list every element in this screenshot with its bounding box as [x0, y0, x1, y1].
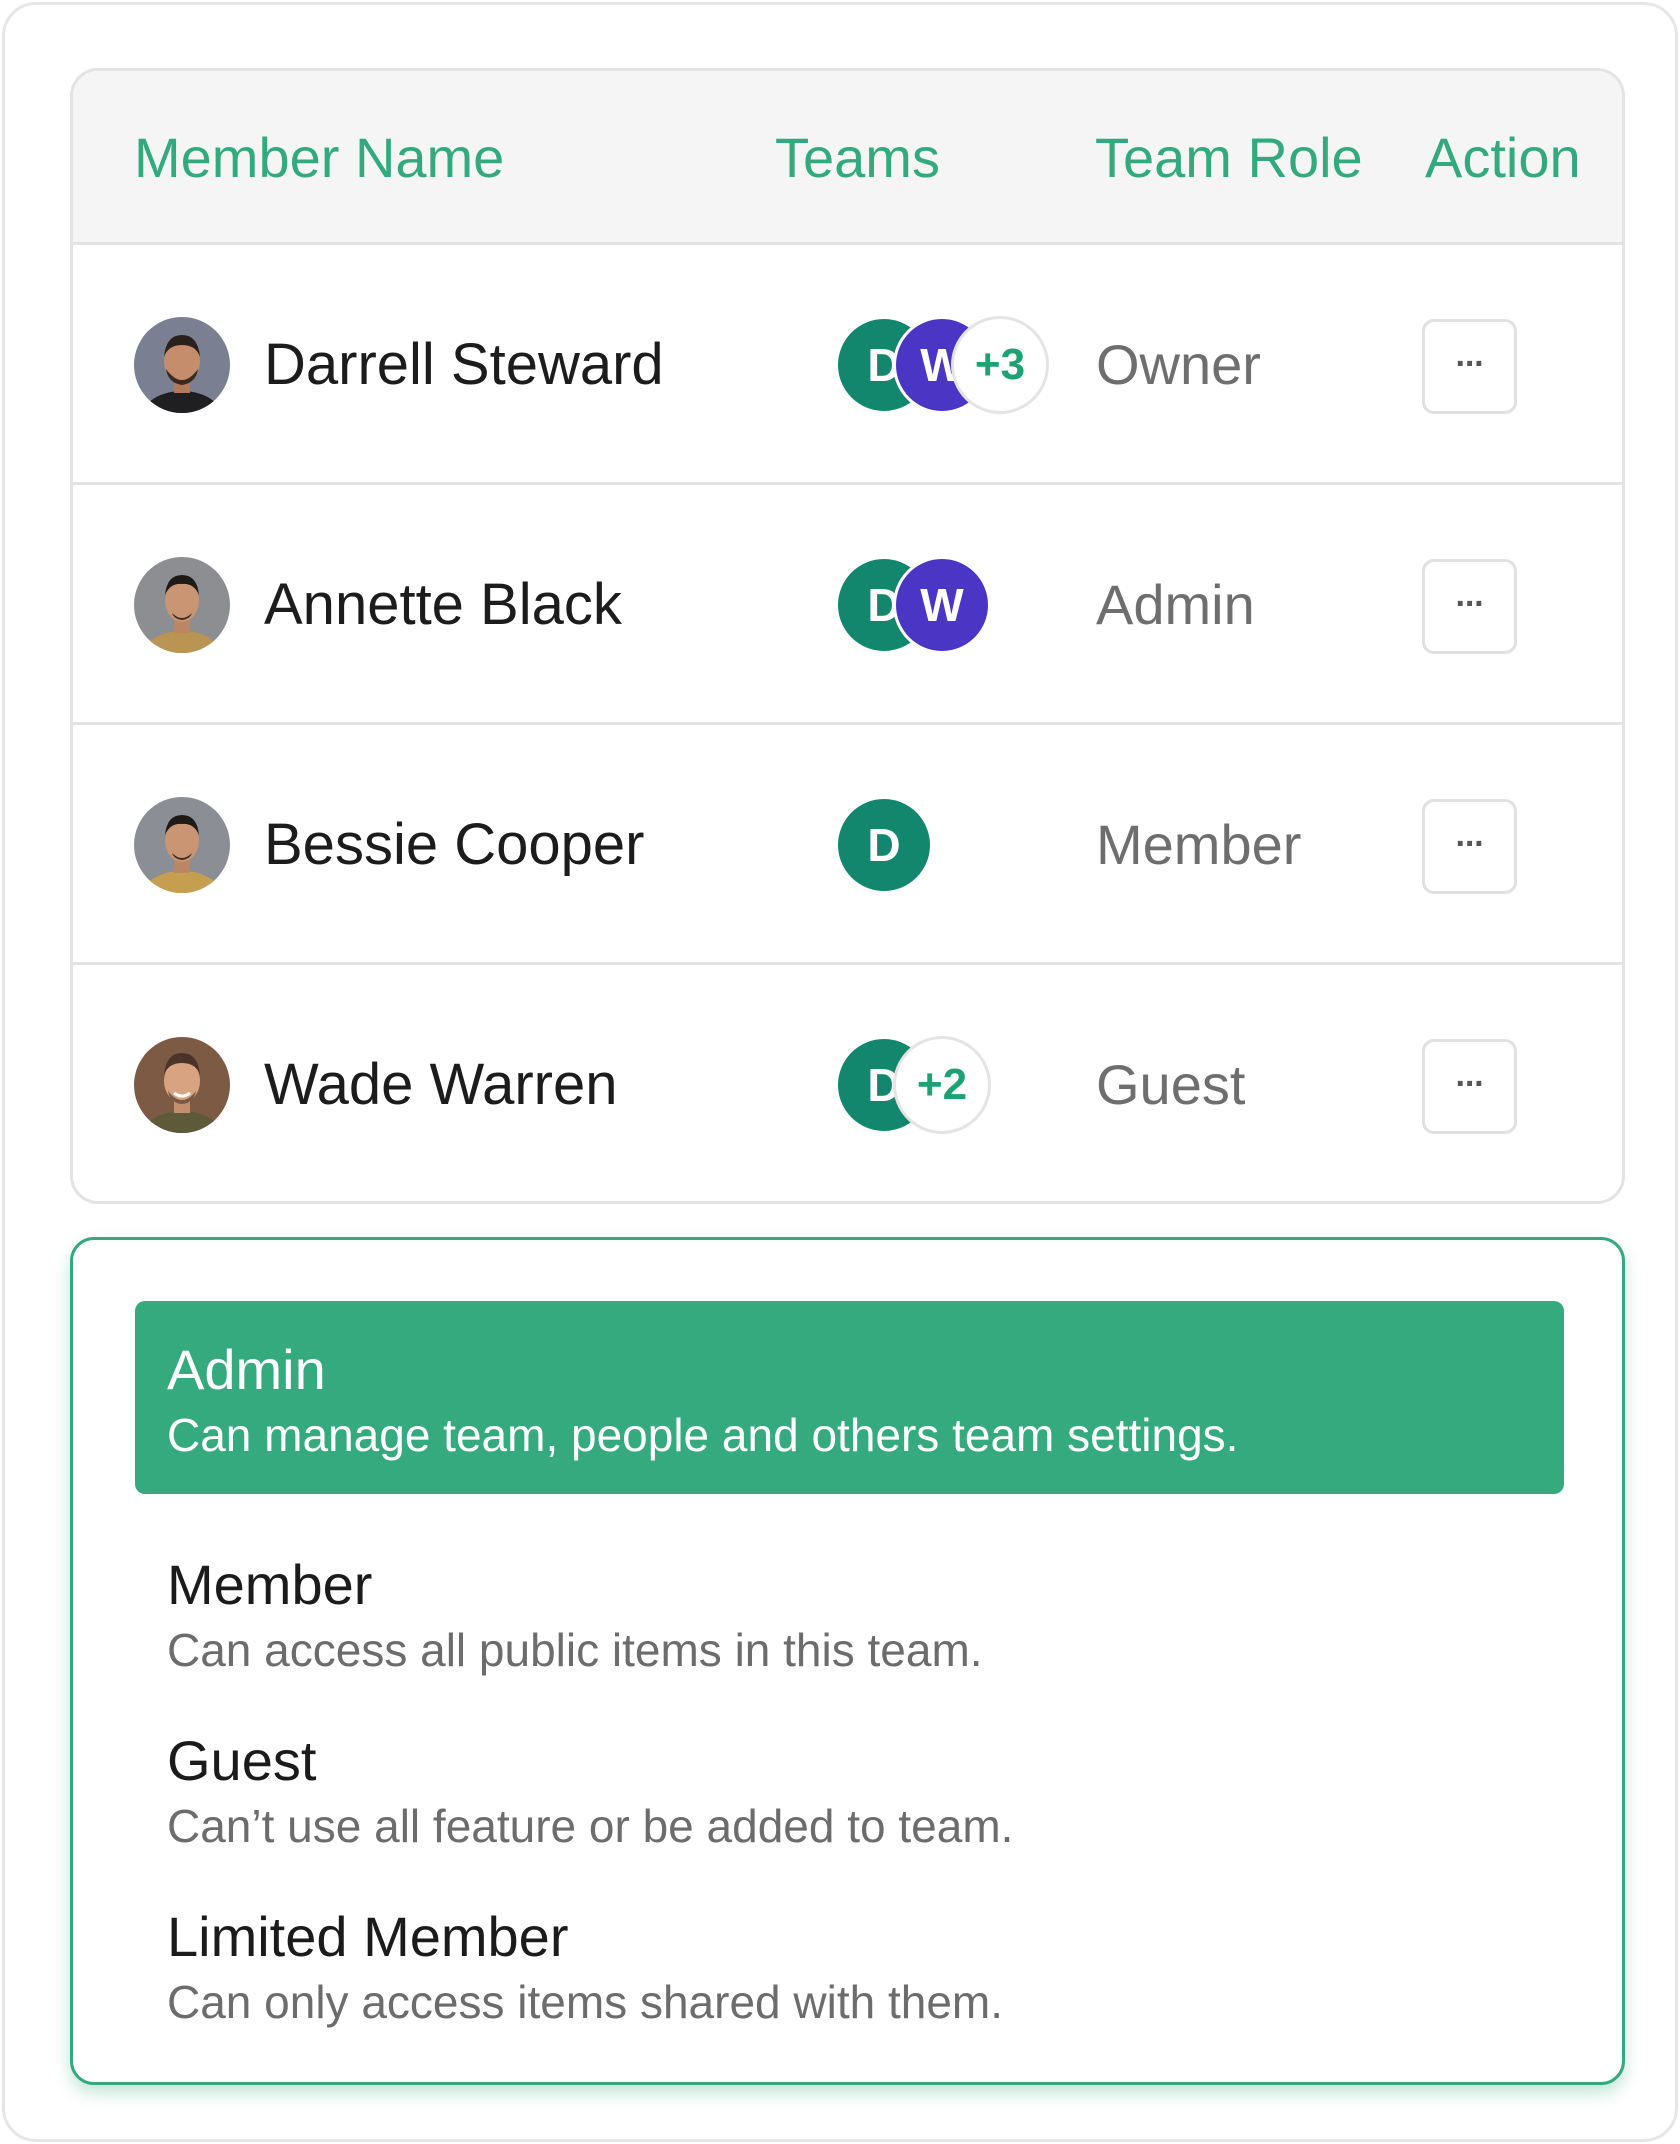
teams-cell: D	[773, 725, 1073, 965]
more-actions-button[interactable]: ···	[1422, 319, 1517, 414]
avatar	[134, 557, 230, 653]
role-option-description: Can manage team, people and others team …	[167, 1409, 1239, 1461]
role-option-description: Can only access items shared with them.	[167, 1976, 1004, 2028]
header-member-name[interactable]: Member Name	[134, 71, 504, 245]
member-name: Wade Warren	[264, 1052, 618, 1117]
table-row: Darrell Steward D W +3 Owner ···	[73, 245, 1622, 485]
role-option-description: Can access all public items in this team…	[167, 1624, 983, 1676]
more-actions-button[interactable]: ···	[1422, 559, 1517, 654]
more-actions-button[interactable]: ···	[1422, 1039, 1517, 1134]
team-role[interactable]: Owner	[1096, 245, 1261, 485]
member-name: Annette Black	[264, 572, 622, 637]
team-role[interactable]: Member	[1096, 725, 1301, 965]
role-option-title: Guest	[167, 1729, 317, 1792]
header-action: Action	[1425, 126, 1581, 189]
teams-cell: D W +3	[773, 245, 1073, 485]
role-option-admin[interactable]: Admin Can manage team, people and others…	[135, 1301, 1564, 1494]
avatar	[134, 797, 230, 893]
more-actions-button[interactable]: ···	[1422, 799, 1517, 894]
role-option-description: Can’t use all feature or be added to tea…	[167, 1800, 1014, 1852]
role-option-title: Admin	[167, 1338, 326, 1401]
teams-cell: D W	[773, 485, 1073, 725]
teams-cell: D +2	[773, 965, 1073, 1201]
role-dropdown-menu: Admin Can manage team, people and others…	[70, 1237, 1625, 2085]
table-row: Annette Black D W Admin ···	[73, 485, 1622, 725]
header-team-role[interactable]: Team Role	[1095, 71, 1363, 245]
team-role[interactable]: Guest	[1096, 965, 1245, 1201]
role-option-title: Member	[167, 1553, 373, 1616]
table-row: Wade Warren D +2 Guest ···	[73, 965, 1622, 1201]
team-chip-more[interactable]: +2	[893, 1036, 991, 1134]
table-header: Member Name Teams Team Role Action	[73, 71, 1622, 245]
header-teams[interactable]: Teams	[775, 71, 940, 245]
role-option-title: Limited Member	[167, 1905, 569, 1968]
team-chip-w[interactable]: W	[893, 556, 991, 654]
role-option-member[interactable]: Member Can access all public items in th…	[135, 1552, 1564, 1677]
team-chip-d[interactable]: D	[835, 796, 933, 894]
member-name: Bessie Cooper	[264, 812, 645, 877]
member-name: Darrell Steward	[264, 332, 664, 397]
team-role[interactable]: Admin	[1096, 485, 1255, 725]
outer-card: Member Name Teams Team Role Action Darre…	[2, 2, 1678, 2142]
team-chip-more[interactable]: +3	[951, 316, 1049, 414]
avatar	[134, 317, 230, 413]
table-row: Bessie Cooper D Member ···	[73, 725, 1622, 965]
role-option-limited-member[interactable]: Limited Member Can only access items sha…	[135, 1904, 1564, 2029]
avatar	[134, 1037, 230, 1133]
members-table: Member Name Teams Team Role Action Darre…	[70, 68, 1625, 1204]
role-option-guest[interactable]: Guest Can’t use all feature or be added …	[135, 1728, 1564, 1853]
